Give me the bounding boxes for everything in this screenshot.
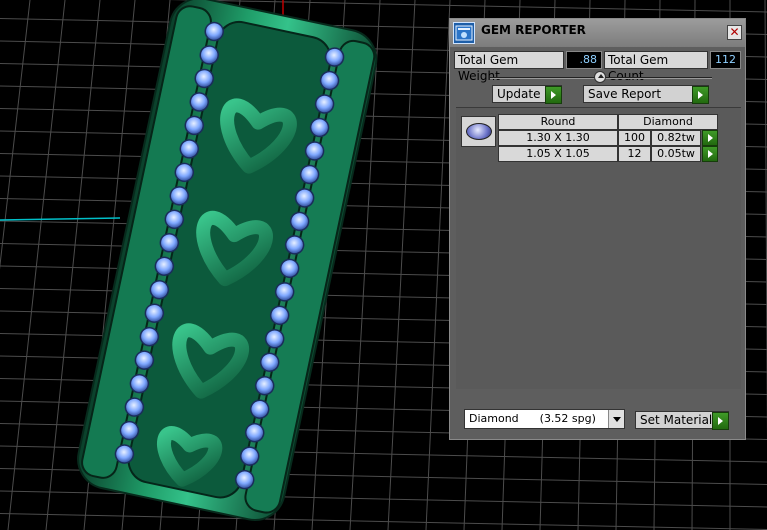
update-go-icon bbox=[545, 86, 562, 104]
material-selected-value: Diamond (3.52 spg) bbox=[469, 412, 596, 425]
set-material-button[interactable]: Set Material bbox=[635, 411, 729, 430]
row-size: 1.05 X 1.05 bbox=[498, 146, 618, 162]
close-icon: ✕ bbox=[729, 25, 740, 39]
gem-list: Round Diamond 1.30 X 1.30 100 0.82tw 1.0… bbox=[456, 107, 741, 389]
row-count: 100 bbox=[618, 130, 651, 146]
material-dropdown[interactable]: Diamond (3.52 spg) bbox=[464, 409, 625, 429]
chevron-down-icon bbox=[608, 410, 624, 428]
row-go-button[interactable] bbox=[702, 130, 718, 146]
save-report-button[interactable]: Save Report bbox=[583, 85, 709, 104]
total-gem-count-label: Total Gem Count bbox=[604, 51, 708, 83]
set-material-label: Set Material bbox=[640, 413, 713, 427]
ring-model[interactable] bbox=[73, 0, 382, 526]
gem-reporter-panel: GEM REPORTER ✕ Total Gem Weight .88 Tota… bbox=[449, 18, 746, 440]
total-gem-weight-value: .88 bbox=[566, 51, 602, 69]
round-gem-icon bbox=[466, 123, 492, 140]
axis-x-line bbox=[0, 217, 121, 221]
row-count: 12 bbox=[618, 146, 651, 162]
splitter-handle[interactable] bbox=[594, 71, 606, 83]
row-weight: 0.82tw bbox=[651, 130, 701, 146]
header-cut: Round bbox=[498, 114, 618, 130]
round-gem-thumbnail[interactable] bbox=[461, 116, 496, 147]
gem-reporter-app-icon bbox=[453, 22, 475, 44]
panel-title: GEM REPORTER bbox=[481, 23, 586, 37]
update-button-label: Update bbox=[497, 87, 541, 101]
close-button[interactable]: ✕ bbox=[727, 25, 742, 40]
set-material-go-icon bbox=[712, 412, 729, 430]
row-weight: 0.05tw bbox=[651, 146, 701, 162]
header-material: Diamond bbox=[618, 114, 718, 130]
save-report-button-label: Save Report bbox=[588, 87, 662, 101]
total-gem-weight-label: Total Gem Weight bbox=[454, 51, 564, 83]
total-gem-count-value: 112 bbox=[710, 51, 741, 69]
save-report-go-icon bbox=[692, 86, 709, 104]
title-bar[interactable]: GEM REPORTER ✕ bbox=[450, 19, 745, 47]
row-go-button[interactable] bbox=[702, 146, 718, 162]
update-button[interactable]: Update bbox=[492, 85, 562, 104]
row-size: 1.30 X 1.30 bbox=[498, 130, 618, 146]
